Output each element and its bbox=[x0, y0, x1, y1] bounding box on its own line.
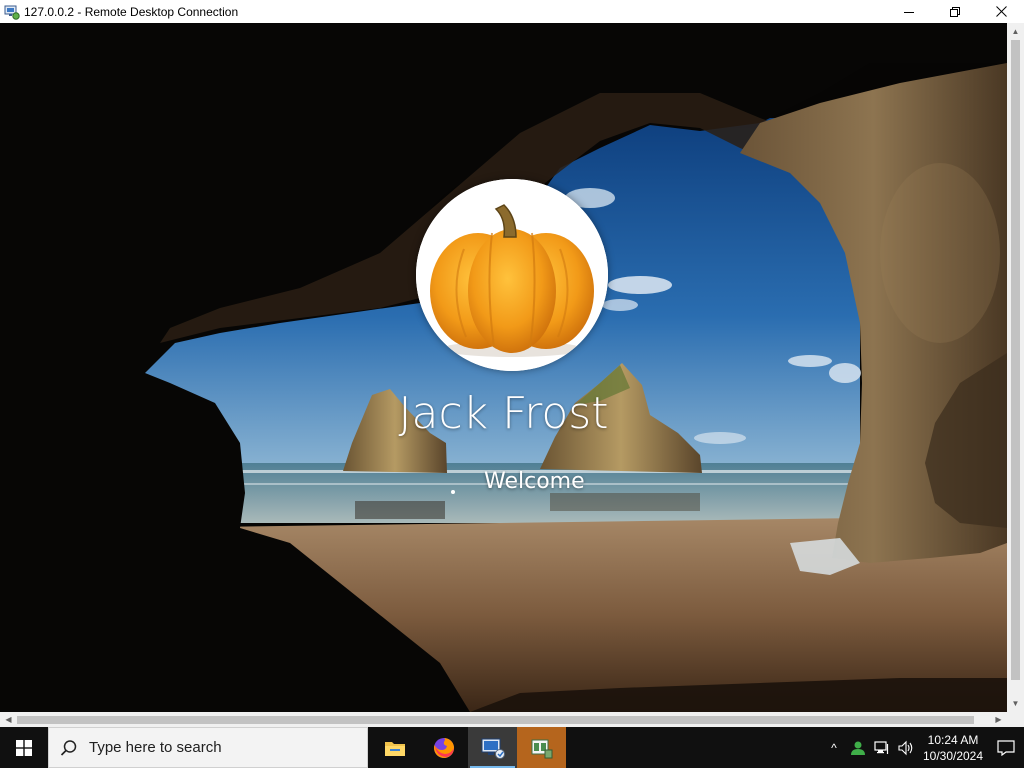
taskbar-clock[interactable]: 10:24 AM 10/30/2024 bbox=[920, 732, 986, 764]
firefox-icon bbox=[433, 737, 454, 758]
show-hidden-icons-chevron[interactable]: ^ bbox=[822, 727, 846, 768]
horizontal-scrollbar[interactable]: ◀ ▶ bbox=[0, 712, 1024, 727]
remote-desktop-app-icon bbox=[481, 738, 505, 759]
scroll-up-arrow[interactable]: ▲ bbox=[1007, 23, 1024, 40]
network-icon bbox=[874, 740, 889, 754]
window-titlebar: 127.0.0.2 - Remote Desktop Connection bbox=[0, 0, 1024, 23]
network-icon-button[interactable] bbox=[870, 727, 894, 768]
taskbar-firefox[interactable] bbox=[419, 727, 468, 768]
search-placeholder: Type here to search bbox=[89, 739, 222, 756]
taskbar: Type here to search ^ 10:24 AM 10/30/202… bbox=[0, 727, 1024, 768]
taskbar-server-manager[interactable] bbox=[517, 727, 566, 768]
server-manager-icon bbox=[531, 739, 552, 758]
restore-icon bbox=[950, 6, 960, 17]
volume-icon bbox=[898, 740, 913, 755]
minimize-button[interactable] bbox=[886, 0, 932, 23]
taskbar-remote-desktop[interactable] bbox=[468, 727, 517, 768]
close-button[interactable] bbox=[978, 0, 1024, 23]
user-status-icon bbox=[851, 741, 865, 755]
vertical-scrollbar[interactable]: ▲ ▼ bbox=[1007, 23, 1024, 712]
user-avatar bbox=[416, 179, 608, 371]
clock-date: 10/30/2024 bbox=[922, 748, 984, 763]
action-center-icon bbox=[997, 739, 1015, 756]
user-name: Jack Frost bbox=[398, 388, 609, 439]
pumpkin-avatar-icon bbox=[416, 179, 608, 371]
system-tray: ^ 10:24 AM 10/30/2024 bbox=[822, 727, 1024, 768]
remote-desktop-icon bbox=[4, 5, 20, 20]
taskbar-file-explorer[interactable] bbox=[370, 727, 419, 768]
file-explorer-icon bbox=[384, 741, 405, 756]
remote-session-view[interactable]: Jack Frost Welcome bbox=[0, 23, 1007, 712]
user-status-icon-button[interactable] bbox=[846, 727, 870, 768]
restore-button[interactable] bbox=[932, 0, 978, 23]
search-icon bbox=[49, 739, 89, 757]
scroll-down-arrow[interactable]: ▼ bbox=[1007, 695, 1024, 712]
clock-time: 10:24 AM bbox=[927, 732, 979, 747]
vertical-scroll-thumb[interactable] bbox=[1011, 40, 1020, 680]
start-button[interactable] bbox=[0, 727, 48, 768]
close-icon bbox=[995, 6, 1007, 17]
horizontal-scroll-thumb[interactable] bbox=[17, 716, 974, 724]
windows-start-icon bbox=[16, 739, 32, 756]
scroll-right-arrow[interactable]: ▶ bbox=[990, 712, 1007, 727]
taskbar-search-box[interactable]: Type here to search bbox=[48, 727, 368, 768]
scroll-left-arrow[interactable]: ◀ bbox=[0, 712, 17, 727]
loading-spinner bbox=[451, 490, 455, 494]
volume-icon-button[interactable] bbox=[894, 727, 918, 768]
window-title: 127.0.0.2 - Remote Desktop Connection bbox=[24, 4, 239, 19]
action-center-button[interactable] bbox=[988, 727, 1024, 768]
minimize-icon bbox=[904, 11, 914, 13]
welcome-status: Welcome bbox=[484, 469, 585, 494]
